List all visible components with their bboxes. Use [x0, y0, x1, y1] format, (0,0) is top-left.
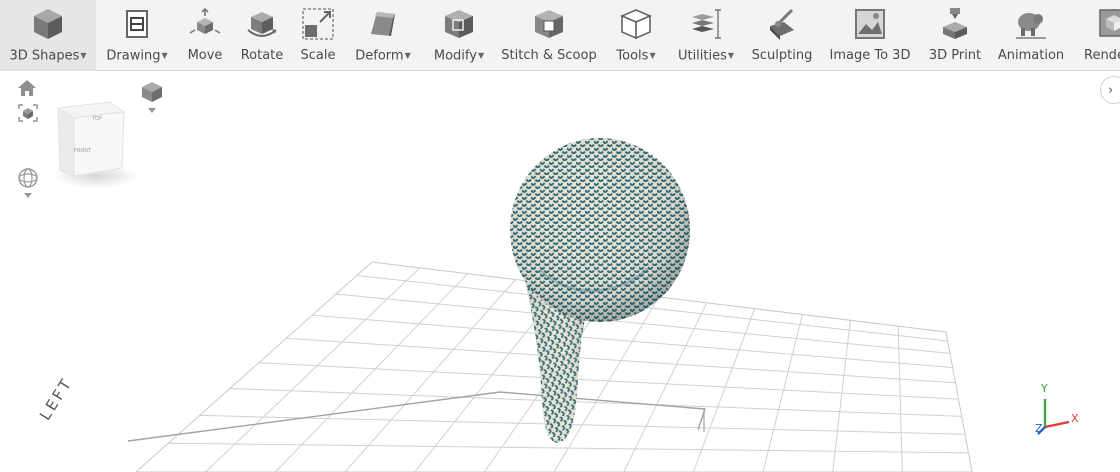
home-icon[interactable]	[17, 79, 37, 101]
toolbar-render[interactable]: Render	[1078, 0, 1120, 70]
toolbar-stitch-scoop-label: Stitch & Scoop	[501, 48, 597, 63]
fit-view-icon[interactable]	[18, 104, 38, 126]
dropdown-caret-icon: ▼	[404, 51, 411, 60]
toolbar-deform[interactable]: Deform▼	[350, 0, 416, 70]
toolbar-image-to-3d[interactable]: Image To 3D	[826, 0, 914, 70]
toolbar-3d-print[interactable]: 3D Print	[924, 0, 986, 70]
sculpting-icon	[764, 6, 800, 42]
toolbar-move-label: Move	[187, 48, 223, 63]
stitch-scoop-icon	[531, 6, 567, 42]
toolbar-stitch-scoop[interactable]: Stitch & Scoop	[500, 0, 598, 70]
toolbar-modify-label: Modify	[433, 48, 477, 64]
modify-icon	[441, 6, 477, 42]
cube-front-label: FRONT	[74, 148, 92, 154]
grid-line	[286, 337, 956, 384]
dropdown-caret-icon: ▼	[649, 51, 656, 60]
toolbar-utilities-label: Utilities	[677, 48, 727, 64]
utilities-icon	[688, 6, 724, 42]
toolbar-animation[interactable]: Animation	[994, 0, 1068, 70]
toolbar-animation-label: Animation	[997, 48, 1065, 63]
axis-x-label: X	[1071, 412, 1079, 425]
animation-icon	[1013, 6, 1049, 42]
render-icon	[1096, 6, 1120, 42]
cube-icon	[30, 6, 66, 42]
toolbar-tools-label: Tools	[616, 48, 649, 64]
image-to-3d-icon	[852, 6, 888, 42]
toolbar-drawing-label: Drawing	[106, 48, 161, 64]
toolbar-move[interactable]: Move	[180, 0, 230, 70]
toolbar-render-label: Render	[1084, 48, 1120, 63]
axis-z-label: Z	[1035, 422, 1043, 435]
toolbar-image-to-3d-label: Image To 3D	[829, 48, 911, 63]
toolbar-tools[interactable]: Tools▼	[608, 0, 664, 70]
toolbar-3d-shapes[interactable]: 3D Shapes▼	[0, 0, 96, 70]
orbit-icon[interactable]	[17, 167, 39, 203]
toolbar-rotate-label: Rotate	[240, 48, 284, 63]
toolbar-drawing[interactable]: Drawing▼	[100, 0, 174, 70]
toolbar-scale[interactable]: Scale	[294, 0, 342, 70]
toolbar-sculpting-label: Sculpting	[751, 48, 813, 63]
move-icon	[187, 6, 223, 42]
toolbar-modify[interactable]: Modify▼	[426, 0, 492, 70]
chevron-right-icon: ›	[1108, 82, 1114, 98]
rotate-icon	[244, 6, 280, 42]
grid-line	[229, 388, 962, 417]
toolbar-scale-label: Scale	[300, 48, 336, 63]
grid-line	[168, 442, 969, 454]
toolbar-rotate[interactable]: Rotate	[236, 0, 288, 70]
drawing-icon	[119, 6, 155, 42]
dropdown-caret-icon: ▼	[80, 51, 87, 60]
grid-line	[344, 279, 516, 472]
dropdown-caret-icon: ▼	[161, 51, 168, 60]
3d-print-icon	[937, 6, 973, 42]
scene-canvas	[127, 138, 973, 472]
toolbar-utilities[interactable]: Utilities▼	[674, 0, 738, 70]
axis-y-label: Y	[1041, 382, 1048, 395]
cube-top-label: TOP	[91, 116, 102, 122]
toolbar-deform-label: Deform	[355, 48, 404, 64]
tools-icon	[618, 6, 654, 42]
toolbar-3d-shapes-label: 3D Shapes	[9, 48, 80, 64]
view-cube[interactable]: TOP FRONT	[44, 96, 140, 196]
dropdown-caret-icon: ▼	[727, 51, 735, 60]
side-panel-toggle[interactable]: ›	[1100, 76, 1120, 104]
perspective-icon[interactable]	[140, 80, 164, 118]
model-sphere[interactable]	[510, 138, 690, 322]
toolbar-sculpting[interactable]: Sculpting	[748, 0, 816, 70]
dropdown-caret-icon: ▼	[477, 51, 485, 60]
grid-origin-lines	[127, 391, 706, 442]
toolbar-3d-print-label: 3D Print	[928, 48, 982, 63]
main-toolbar: 3D Shapes▼ Drawing▼ Move Rotate Scale De…	[0, 0, 1120, 71]
deform-icon	[365, 6, 401, 42]
scale-icon	[300, 6, 336, 42]
